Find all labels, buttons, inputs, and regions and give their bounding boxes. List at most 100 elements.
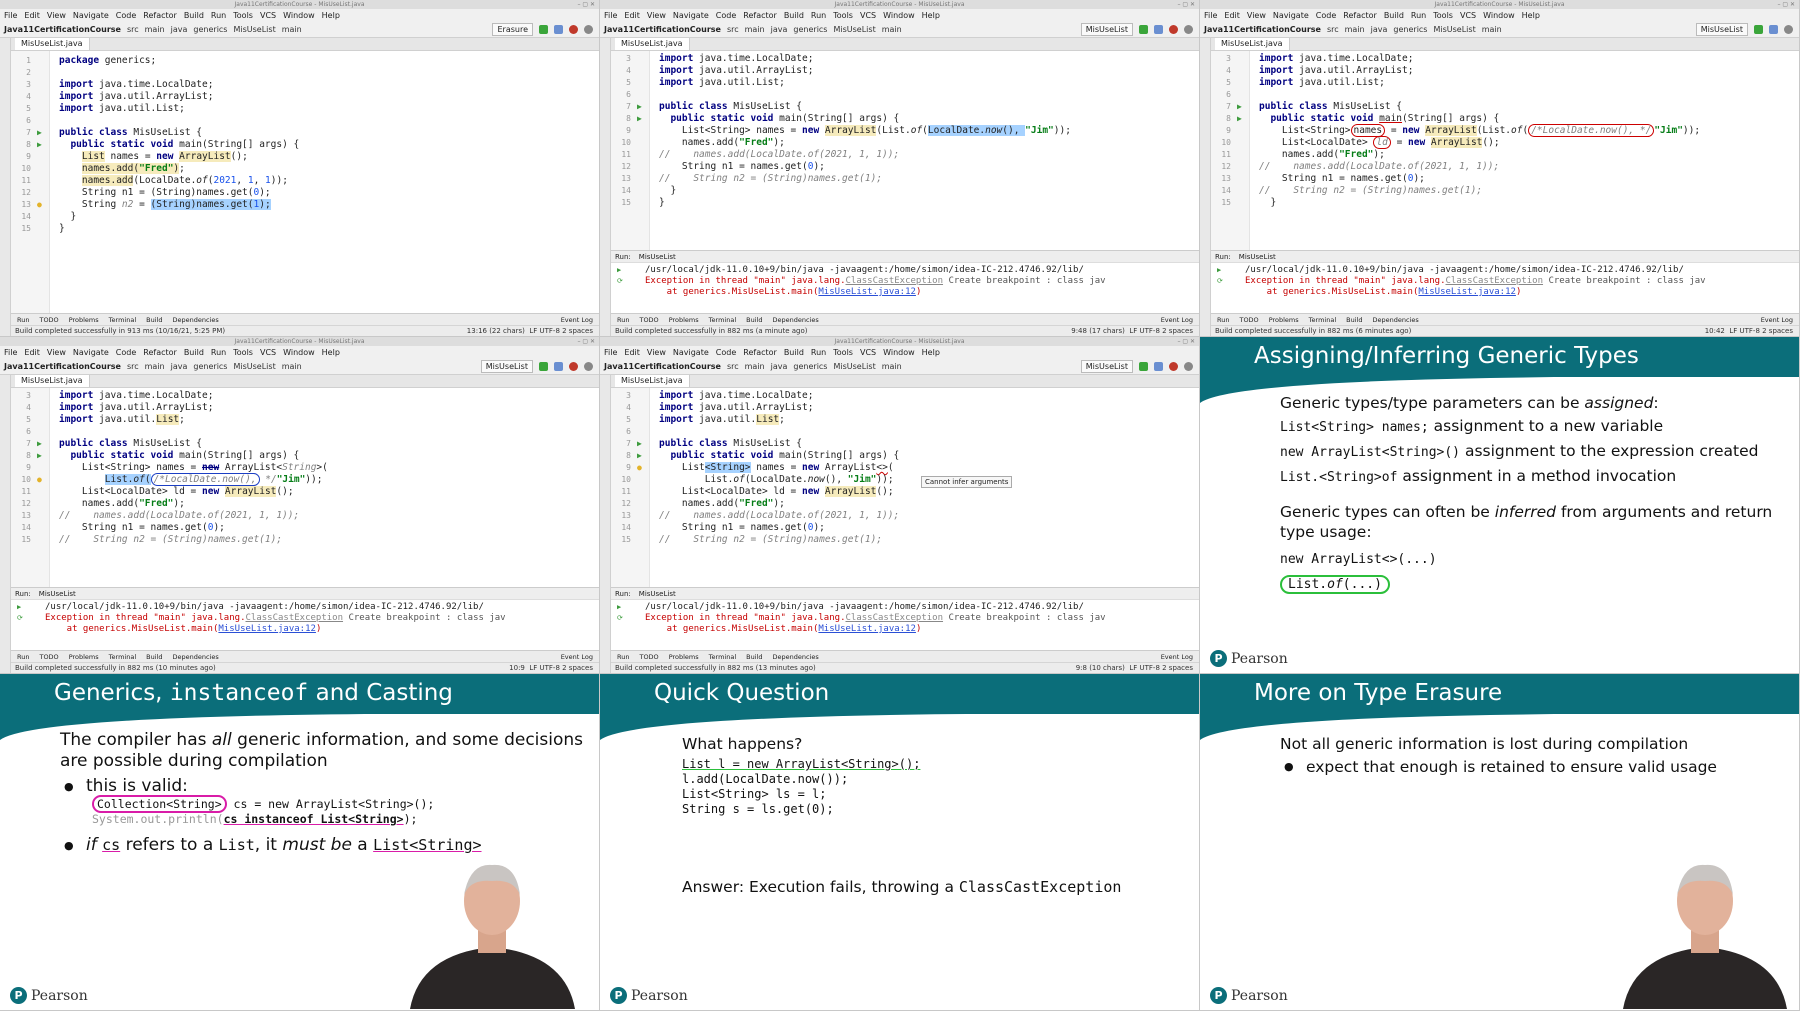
menu-code[interactable]: Code (1316, 11, 1336, 20)
breadcrumb-main[interactable]: main (745, 25, 765, 34)
tool-tab-todo[interactable]: TODO (39, 316, 58, 324)
project-tool-strip[interactable] (600, 375, 611, 673)
breadcrumb-method[interactable]: main (1482, 25, 1502, 34)
tool-tab-terminal[interactable]: Terminal (1309, 316, 1336, 324)
code-editor[interactable]: 3 import java.time.LocalDate; 4 import jav… (611, 51, 1199, 250)
rerun-icon[interactable]: ▶ ⟳ (617, 265, 635, 287)
search-icon[interactable] (584, 362, 593, 371)
breadcrumb-java[interactable]: java (171, 362, 188, 371)
file-encoding[interactable]: LF UTF-8 2 spaces (1129, 664, 1193, 672)
tool-tab-build[interactable]: Build (1346, 316, 1362, 324)
menu-vcs[interactable]: VCS (860, 11, 876, 20)
tool-tab-dependencies[interactable]: Dependencies (172, 316, 218, 324)
menu-build[interactable]: Build (784, 348, 804, 357)
tool-tab-build[interactable]: Build (146, 653, 162, 661)
menu-vcs[interactable]: VCS (260, 11, 276, 20)
tool-tab-terminal[interactable]: Terminal (109, 316, 136, 324)
caret-position[interactable]: 13:16 (22 chars) (467, 327, 525, 335)
project-name[interactable]: Java11CertificationCourse (4, 362, 121, 371)
menu-code[interactable]: Code (116, 11, 136, 20)
menu-refactor[interactable]: Refactor (743, 11, 777, 20)
stack-trace-link[interactable]: MisUseList.java:12 (218, 624, 316, 634)
event-log-button[interactable]: Event Log (561, 316, 593, 324)
tab-misuselist[interactable]: MisUseList.java (15, 38, 90, 50)
run-console[interactable]: ▶ ⟳ /usr/local/jdk-11.0.10+9/bin/java -ja… (11, 600, 599, 650)
project-tool-strip[interactable] (600, 38, 611, 336)
tool-tab-run[interactable]: Run (1217, 316, 1229, 324)
tab-misuselist[interactable]: MisUseList.java (15, 375, 90, 387)
menu-vcs[interactable]: VCS (260, 348, 276, 357)
menu-refactor[interactable]: Refactor (143, 11, 177, 20)
breadcrumb-method[interactable]: main (282, 362, 302, 371)
search-icon[interactable] (584, 25, 593, 34)
run-config-dropdown[interactable]: MisUseList (1695, 23, 1748, 36)
run-console[interactable]: ▶ ⟳ /usr/local/jdk-11.0.10+9/bin/java -ja… (1211, 263, 1799, 313)
menu-window[interactable]: Window (283, 11, 315, 20)
tool-tab-todo[interactable]: TODO (1239, 316, 1258, 324)
menu-view[interactable]: View (647, 11, 666, 20)
run-config-dropdown[interactable]: MisUseList (1080, 360, 1133, 373)
caret-position[interactable]: 10:42 (1705, 327, 1725, 335)
menu-tools[interactable]: Tools (233, 11, 253, 20)
run-config-dropdown[interactable]: MisUseList (480, 360, 533, 373)
code-editor[interactable]: 3 import java.time.LocalDate; 4 import jav… (11, 388, 599, 587)
menu-vcs[interactable]: VCS (860, 348, 876, 357)
tool-tab-todo[interactable]: TODO (639, 316, 658, 324)
menu-refactor[interactable]: Refactor (143, 348, 177, 357)
breadcrumb-class[interactable]: MisUseList (233, 362, 275, 371)
menu-run[interactable]: Run (811, 348, 826, 357)
tab-misuselist[interactable]: MisUseList.java (615, 375, 690, 387)
stop-icon[interactable] (569, 362, 578, 371)
file-encoding[interactable]: LF UTF-8 2 spaces (529, 664, 593, 672)
menu-navigate[interactable]: Navigate (1273, 11, 1309, 20)
stop-icon[interactable] (1169, 25, 1178, 34)
tab-misuselist[interactable]: MisUseList.java (615, 38, 690, 50)
project-name[interactable]: Java11CertificationCourse (4, 25, 121, 34)
tool-tab-todo[interactable]: TODO (639, 653, 658, 661)
menu-build[interactable]: Build (784, 11, 804, 20)
run-icon[interactable] (1139, 25, 1148, 34)
tool-tab-problems[interactable]: Problems (669, 653, 699, 661)
run-console[interactable]: ▶ ⟳ /usr/local/jdk-11.0.10+9/bin/java -ja… (611, 263, 1199, 313)
breadcrumb-java[interactable]: java (771, 25, 788, 34)
menu-run[interactable]: Run (211, 348, 226, 357)
breadcrumb-main[interactable]: main (145, 25, 165, 34)
tool-tab-problems[interactable]: Problems (69, 653, 99, 661)
run-icon[interactable] (539, 362, 548, 371)
menu-help[interactable]: Help (322, 348, 340, 357)
breadcrumb-method[interactable]: main (282, 25, 302, 34)
tool-tab-terminal[interactable]: Terminal (109, 653, 136, 661)
menu-tools[interactable]: Tools (833, 11, 853, 20)
tool-tab-terminal[interactable]: Terminal (709, 316, 736, 324)
menu-tools[interactable]: Tools (233, 348, 253, 357)
menu-run[interactable]: Run (211, 11, 226, 20)
stop-icon[interactable] (1169, 362, 1178, 371)
code-editor[interactable]: 3 import java.time.LocalDate; 4 import jav… (611, 388, 1199, 587)
menu-edit[interactable]: Edit (1224, 11, 1240, 20)
menu-window[interactable]: Window (1483, 11, 1515, 20)
tool-tab-todo[interactable]: TODO (39, 653, 58, 661)
breadcrumb-generics[interactable]: generics (793, 362, 827, 371)
run-config-tab[interactable]: MisUseList (639, 590, 676, 598)
run-config-dropdown[interactable]: Erasure (492, 23, 533, 36)
breadcrumb-class[interactable]: MisUseList (1433, 25, 1475, 34)
breadcrumb-class[interactable]: MisUseList (833, 362, 875, 371)
menu-build[interactable]: Build (184, 348, 204, 357)
menu-vcs[interactable]: VCS (1460, 11, 1476, 20)
menu-code[interactable]: Code (716, 348, 736, 357)
tool-tab-run[interactable]: Run (17, 653, 29, 661)
search-icon[interactable] (1784, 25, 1793, 34)
menu-navigate[interactable]: Navigate (673, 11, 709, 20)
menu-edit[interactable]: Edit (24, 348, 40, 357)
project-name[interactable]: Java11CertificationCourse (1204, 25, 1321, 34)
menu-build[interactable]: Build (184, 11, 204, 20)
tool-tab-dependencies[interactable]: Dependencies (172, 653, 218, 661)
menu-view[interactable]: View (1247, 11, 1266, 20)
search-icon[interactable] (1184, 25, 1193, 34)
debug-icon[interactable] (1154, 25, 1163, 34)
breadcrumb-generics[interactable]: generics (1393, 25, 1427, 34)
stop-icon[interactable] (569, 25, 578, 34)
run-config-tab[interactable]: MisUseList (39, 590, 76, 598)
event-log-button[interactable]: Event Log (561, 653, 593, 661)
menu-code[interactable]: Code (716, 11, 736, 20)
